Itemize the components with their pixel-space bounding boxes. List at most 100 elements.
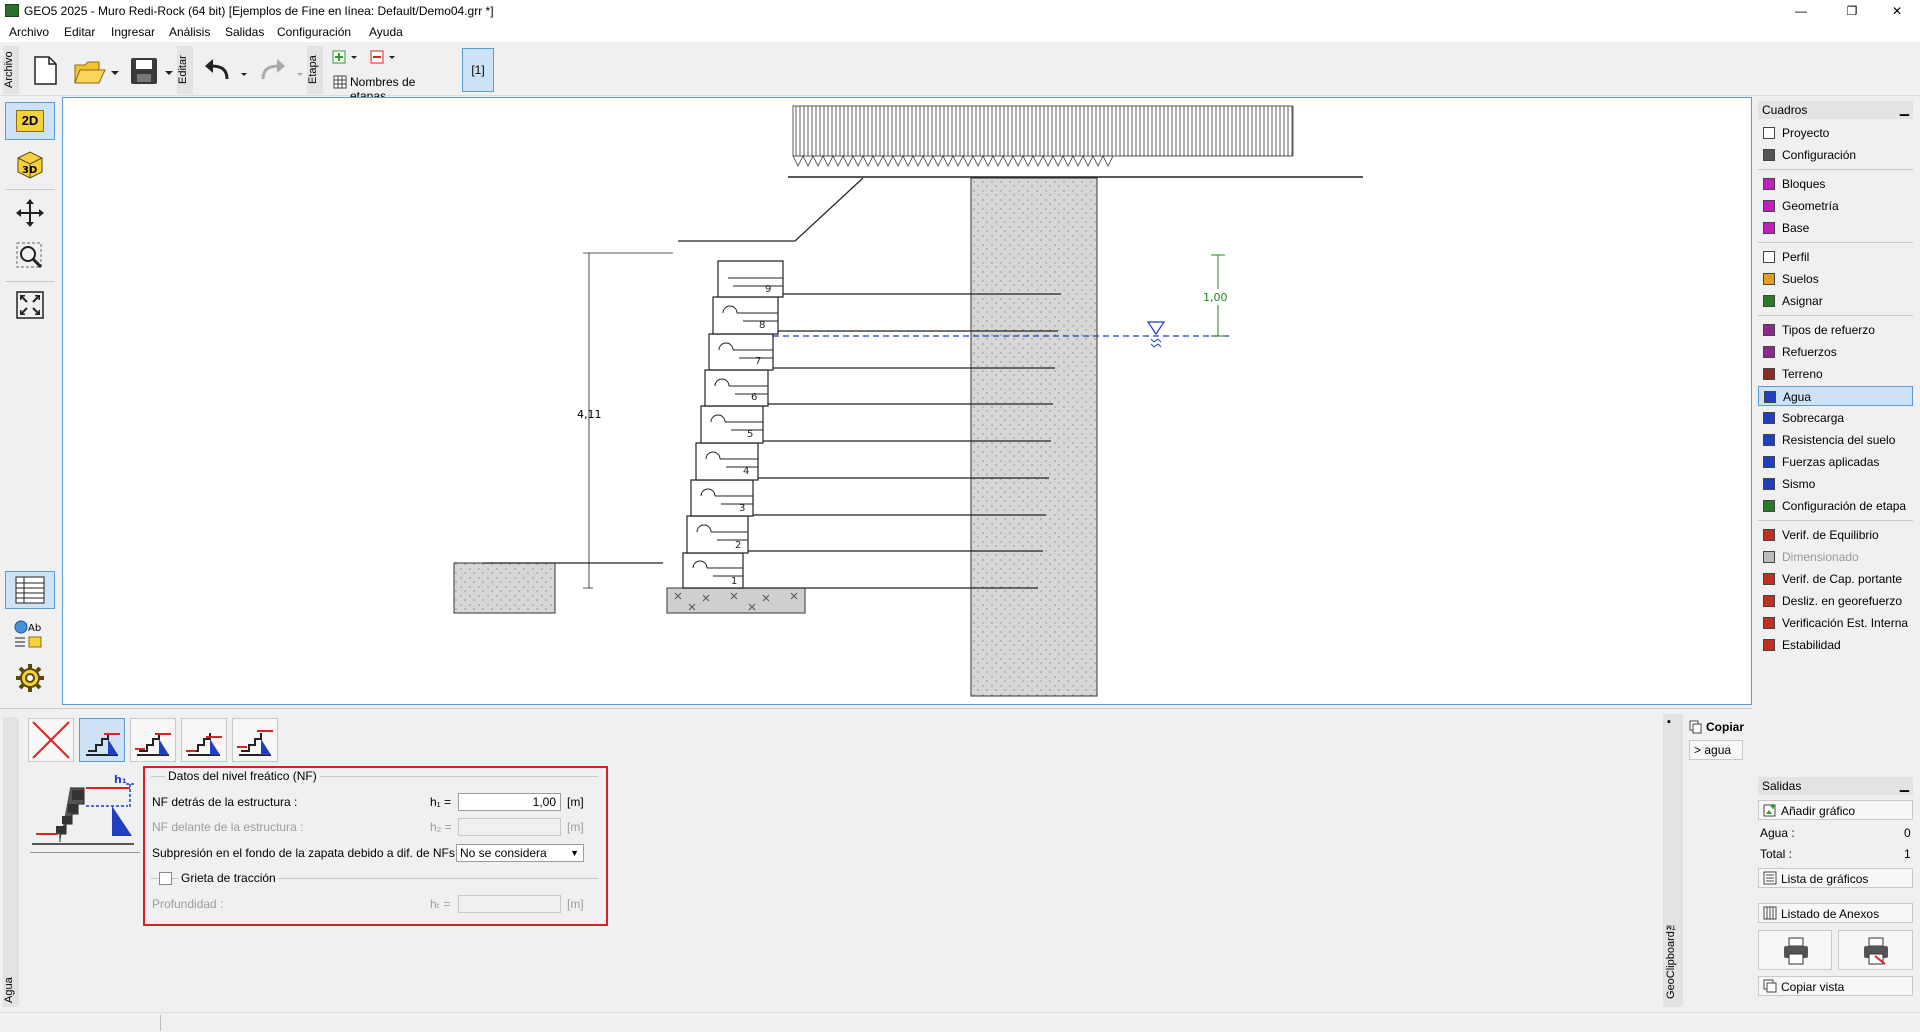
copy-target-button[interactable]: > agua — [1689, 740, 1743, 760]
menu-ayuda[interactable]: Ayuda — [369, 25, 403, 39]
nav-item-tipos-de-refuerzo[interactable]: Tipos de refuerzo — [1758, 320, 1913, 340]
nav-item-label: Suelos — [1782, 272, 1819, 286]
minimize-button[interactable]: — — [1778, 0, 1824, 22]
nav-item-sismo[interactable]: Sismo — [1758, 474, 1913, 494]
nav-item-base[interactable]: Base — [1758, 218, 1913, 238]
annex-icon — [1763, 906, 1777, 920]
nav-item-dimensionado: Dimensionado — [1758, 547, 1913, 567]
nav-item-bloques[interactable]: Bloques — [1758, 174, 1913, 194]
nav-item-asignar[interactable]: Asignar — [1758, 291, 1913, 311]
nav-item-label: Tipos de refuerzo — [1782, 323, 1875, 337]
new-file-icon — [34, 56, 57, 85]
nav-item-icon — [1763, 639, 1775, 651]
nav-item-label: Terreno — [1782, 367, 1823, 381]
annex-list-button[interactable]: Listado de Anexos — [1758, 903, 1913, 923]
nav-item-label: Base — [1782, 221, 1810, 235]
water-mode-2-button[interactable] — [130, 718, 176, 762]
water-mode-4-button[interactable] — [232, 718, 278, 762]
print-button[interactable] — [1758, 930, 1832, 970]
styles-icon: Ab — [14, 620, 42, 648]
block-label-5: 5 — [747, 429, 753, 440]
undo-button[interactable] — [200, 52, 250, 86]
nav-item-configuracion[interactable]: Configuración — [1758, 145, 1913, 165]
new-file-button[interactable] — [28, 52, 60, 86]
nav-item-refuerzos[interactable]: Refuerzos — [1758, 342, 1913, 362]
water-mode-1-button[interactable] — [79, 718, 125, 762]
nav-item-geometria[interactable]: Geometría — [1758, 196, 1913, 216]
nav-item-sobrecarga[interactable]: Sobrecarga — [1758, 408, 1913, 428]
salidas-title: Salidas — [1762, 779, 1802, 793]
nav-item-configuracion-de-etapa[interactable]: Configuración de etapa — [1758, 496, 1913, 516]
collapse-icon[interactable]: ▁ — [1900, 778, 1909, 792]
view-2d-button[interactable]: 2D — [5, 102, 55, 140]
nav-item-verif-de-cap-portante[interactable]: Verif. de Cap. portante — [1758, 569, 1913, 589]
water-level-symbol — [1146, 321, 1166, 336]
nav-item-proyecto[interactable]: Proyecto — [1758, 123, 1913, 143]
nav-item-perfil[interactable]: Perfil — [1758, 247, 1913, 267]
pan-button[interactable] — [5, 194, 55, 232]
depth-unit: [m] — [567, 897, 584, 911]
tension-crack-checkbox[interactable] — [159, 872, 172, 885]
menu-salidas[interactable]: Salidas — [225, 25, 264, 39]
stage-1-button[interactable]: [1] — [462, 48, 494, 92]
open-file-button[interactable] — [70, 52, 120, 86]
redo-button[interactable] — [256, 52, 306, 86]
group-title: Datos del nivel freático (NF) — [165, 769, 320, 783]
restore-button[interactable]: ❐ — [1829, 0, 1875, 22]
zoom-window-button[interactable] — [5, 237, 55, 275]
nav-item-icon — [1763, 478, 1775, 490]
copy-view-button[interactable]: Copiar vista — [1758, 976, 1913, 996]
menu-ingresar[interactable]: Ingresar — [111, 25, 155, 39]
nf-behind-input[interactable]: 1,00 — [458, 793, 561, 811]
menu-configuracion[interactable]: Configuración — [277, 25, 351, 39]
add-stage-button[interactable] — [330, 48, 364, 64]
nav-item-icon — [1763, 251, 1775, 263]
water-wall-icon — [86, 733, 120, 756]
view-3d-button[interactable]: 3D — [5, 145, 55, 183]
table-view-button[interactable] — [5, 571, 55, 609]
nav-item-resistencia-del-suelo[interactable]: Resistencia del suelo — [1758, 430, 1913, 450]
drawing-canvas[interactable]: 4,11 1,00 1 2 3 4 5 6 7 8 9 — [62, 97, 1752, 705]
nav-item-agua[interactable]: Agua — [1758, 386, 1913, 406]
depth-label: Profundidad : — [152, 897, 224, 911]
nf-front-symbol: h₂ = — [430, 820, 452, 834]
uplift-select-value: No se considera — [460, 846, 547, 860]
remove-stage-button[interactable] — [368, 48, 402, 64]
nav-item-verificacion-est-interna[interactable]: Verificación Est. Interna — [1758, 613, 1913, 633]
nav-item-fuerzas-aplicadas[interactable]: Fuerzas aplicadas — [1758, 452, 1913, 472]
styles-button[interactable]: Ab — [5, 615, 55, 653]
copy-view-label: Copiar vista — [1781, 980, 1845, 994]
copy-button[interactable]: Copiar — [1689, 718, 1747, 736]
nav-item-terreno[interactable]: Terreno — [1758, 364, 1913, 384]
uplift-select[interactable]: No se considera ▼ — [456, 844, 584, 862]
nav-item-suelos[interactable]: Suelos — [1758, 269, 1913, 289]
stage-names-button[interactable]: Nombres de etapas — [330, 72, 455, 103]
collapse-icon[interactable]: ▁ — [1900, 102, 1909, 116]
save-file-button[interactable] — [126, 52, 176, 86]
settings-button[interactable] — [5, 659, 55, 697]
print-export-button[interactable] — [1838, 930, 1913, 970]
delete-mode-button[interactable] — [28, 718, 74, 762]
save-icon — [131, 58, 173, 84]
menu-analisis[interactable]: Análisis — [169, 25, 210, 39]
add-graphic-button[interactable]: Añadir gráfico — [1758, 800, 1913, 820]
toolbar: Archivo Editar Etapa Nombres de etapas [… — [0, 42, 1920, 103]
menu-editar[interactable]: Editar — [64, 25, 95, 39]
nav-item-desliz-en-georefuerzo[interactable]: Desliz. en georefuerzo — [1758, 591, 1913, 611]
nav-item-label: Estabilidad — [1782, 638, 1841, 652]
nav-item-label: Agua — [1783, 390, 1812, 404]
nav-item-estabilidad[interactable]: Estabilidad — [1758, 635, 1913, 655]
nav-item-label: Proyecto — [1782, 126, 1830, 140]
zoom-extents-button[interactable] — [5, 286, 55, 324]
total-count-label: Total : — [1760, 847, 1793, 861]
depth-symbol: hₜ = — [430, 897, 451, 911]
close-button[interactable]: ✕ — [1874, 0, 1920, 22]
graphics-list-button[interactable]: Lista de gráficos — [1758, 868, 1913, 888]
water-mode-3-button[interactable] — [181, 718, 227, 762]
grid-table-icon — [15, 576, 45, 604]
nav-item-label: Refuerzos — [1782, 345, 1837, 359]
menu-archivo[interactable]: Archivo — [9, 25, 49, 39]
nav-item-verif-de-equilibrio[interactable]: Verif. de Equilibrio — [1758, 525, 1913, 545]
pin-icon[interactable]: ▪ — [1667, 716, 1671, 728]
agua-side-label: Agua — [3, 717, 19, 1007]
